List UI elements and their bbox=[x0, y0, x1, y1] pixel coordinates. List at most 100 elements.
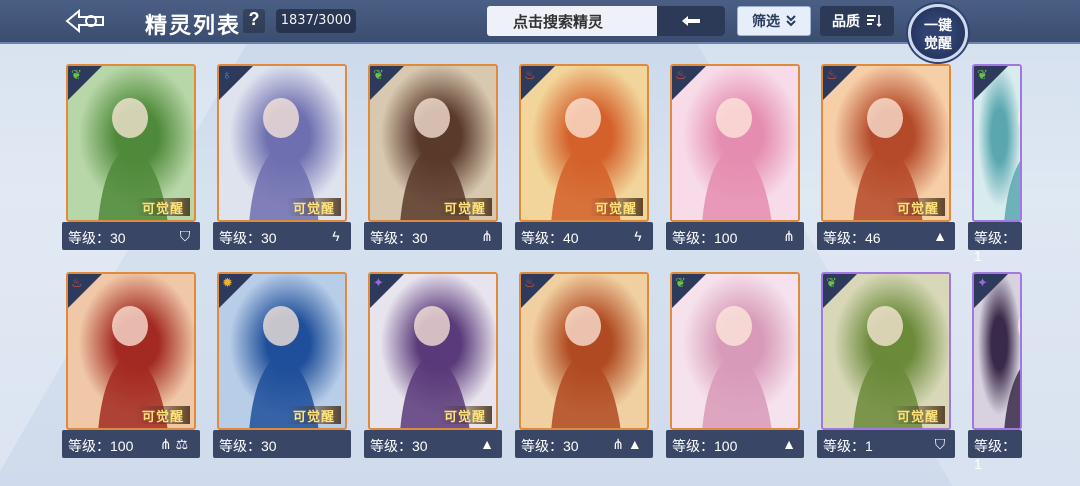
spirit-card[interactable]: ♨ 可觉醒 等级：40 ϟ bbox=[515, 64, 653, 258]
card-frame: ♨ 可觉醒 bbox=[519, 64, 649, 222]
dark-element-icon: ✦ bbox=[977, 275, 988, 290]
shield-class-icon: ⛉ bbox=[179, 228, 191, 244]
fire-element-icon: ♨ bbox=[675, 67, 687, 82]
card-frame: ♨ bbox=[519, 272, 649, 430]
level-label: 等级：40 bbox=[521, 230, 579, 246]
page-title: 精灵列表 bbox=[145, 13, 242, 38]
spirit-card[interactable]: ❦ 可觉醒等级：30 ⋔ bbox=[364, 64, 502, 258]
quality-label: 品质 bbox=[832, 13, 860, 29]
awaken-available-tag: 可觉醒 bbox=[890, 406, 945, 425]
card-footer: 等级：30 bbox=[213, 430, 351, 458]
card-frame: ♨ 可觉醒 bbox=[821, 64, 951, 222]
spirit-card[interactable]: ♁ 可觉醒 等级：30 ϟ bbox=[213, 64, 351, 258]
card-frame: ❦ bbox=[972, 64, 1022, 222]
filter-label: 筛选 bbox=[752, 13, 780, 29]
level-label: 等级：100 bbox=[672, 438, 738, 454]
level-label: 等级：100 bbox=[68, 438, 134, 454]
fire-element-icon: ♨ bbox=[524, 67, 536, 82]
spirit-silhouette bbox=[551, 306, 621, 428]
card-footer: 等级：30 ϟ bbox=[213, 222, 351, 250]
water-element-icon: ♁ bbox=[222, 67, 232, 82]
claw-class-icon: ⋔ bbox=[481, 228, 493, 244]
fire-element-icon: ♨ bbox=[826, 67, 838, 82]
card-frame: ❦ 可觉醒 bbox=[368, 64, 498, 222]
top-bar: 精灵列表 ? 1837/3000 点击搜索精灵 筛选 品质 一键 觉醒 bbox=[0, 0, 1080, 62]
search-input[interactable]: 点击搜索精灵 bbox=[487, 11, 657, 32]
spirit-card[interactable]: ✦ 可觉醒 等级：30 ▲ bbox=[364, 272, 502, 466]
card-footer: 等级：30 ⋔ bbox=[364, 222, 502, 250]
grass-element-icon: ❦ bbox=[826, 275, 837, 290]
sort-icon bbox=[867, 15, 882, 28]
card-footer: 等级：30 ▲ bbox=[364, 430, 502, 458]
level-label: 等级：30 bbox=[370, 438, 428, 454]
grass-element-icon: ❦ bbox=[977, 67, 988, 82]
book-class-icon: ▲ bbox=[782, 436, 796, 452]
help-button[interactable]: ? bbox=[243, 9, 265, 33]
spirit-silhouette bbox=[702, 306, 772, 428]
spirit-card[interactable]: ❦ 可觉醒等级：30 ⛉ bbox=[62, 64, 200, 258]
claw-class-icon: ⋔ bbox=[783, 228, 795, 244]
awaken-available-tag: 可觉醒 bbox=[135, 198, 190, 217]
claw-scale-class-icon: ⋔ ⚖ bbox=[159, 436, 189, 452]
spirit-count: 1837/3000 bbox=[276, 9, 356, 33]
card-frame: ❦ bbox=[670, 272, 800, 430]
spirit-card[interactable]: ♨ 可觉醒等级：100 ⋔ ⚖ bbox=[62, 272, 200, 466]
back-button[interactable] bbox=[62, 6, 110, 36]
card-frame: ❦ 可觉醒 bbox=[821, 272, 951, 430]
awaken-available-tag: 可觉醒 bbox=[286, 198, 341, 217]
card-footer: 等级：1 ⛉ bbox=[817, 430, 955, 458]
awaken-available-tag: 可觉醒 bbox=[286, 406, 341, 425]
card-footer: 等级：30 ⋔ ▲ bbox=[515, 430, 653, 458]
grass-element-icon: ❦ bbox=[675, 275, 686, 290]
quality-sort-button[interactable]: 品质 bbox=[820, 6, 894, 36]
level-label: 等级：30 bbox=[219, 438, 277, 454]
card-frame: ♨ 可觉醒 bbox=[66, 272, 196, 430]
awaken-available-tag: 可觉醒 bbox=[437, 406, 492, 425]
level-label: 等级：30 bbox=[521, 438, 579, 454]
level-label: 等级：1 bbox=[823, 438, 873, 454]
spirit-card[interactable]: ✹ 可觉醒 等级：30 bbox=[213, 272, 351, 466]
grass-element-icon: ❦ bbox=[373, 67, 384, 82]
awaken-available-tag: 可觉醒 bbox=[890, 198, 945, 217]
lightning-class-icon: ϟ bbox=[634, 228, 642, 244]
search-button[interactable] bbox=[657, 6, 725, 36]
search-bar[interactable]: 点击搜索精灵 bbox=[487, 6, 725, 36]
level-label: 等级：30 bbox=[219, 230, 277, 246]
spirit-card[interactable]: ♨ 等级：30 ⋔ ▲ bbox=[515, 272, 653, 466]
spirit-card[interactable]: ❦ 等级：100 ▲ bbox=[666, 272, 804, 466]
spirit-card[interactable]: ✦ 等级：1 bbox=[968, 272, 1080, 472]
filter-button[interactable]: 筛选 bbox=[737, 6, 811, 36]
spirit-card[interactable]: ♨ 等级：100 ⋔ bbox=[666, 64, 804, 258]
awaken-available-tag: 可觉醒 bbox=[588, 198, 643, 217]
book-class-icon: ▲ bbox=[933, 228, 947, 244]
card-frame: ❦ 可觉醒 bbox=[66, 64, 196, 222]
awaken-line2: 觉醒 bbox=[924, 35, 952, 51]
book-class-icon: ▲ bbox=[480, 436, 494, 452]
card-frame: ♨ bbox=[670, 64, 800, 222]
lightning-class-icon: ϟ bbox=[332, 228, 340, 244]
dark-element-icon: ✦ bbox=[373, 275, 384, 290]
card-footer: 等级：30 ⛉ bbox=[62, 222, 200, 250]
level-label: 等级：30 bbox=[68, 230, 126, 246]
light-element-icon: ✹ bbox=[222, 275, 233, 290]
spirit-card[interactable]: ❦ 等级：1 bbox=[968, 64, 1080, 264]
fire-element-icon: ♨ bbox=[524, 275, 536, 290]
arrow-left-icon bbox=[682, 16, 700, 26]
card-footer: 等级：1 bbox=[968, 430, 1022, 472]
awaken-available-tag: 可觉醒 bbox=[135, 406, 190, 425]
level-label: 等级：1 bbox=[974, 230, 1016, 264]
claw-book-class-icon: ⋔ ▲ bbox=[612, 436, 642, 452]
one-click-awaken-button[interactable]: 一键 觉醒 bbox=[908, 4, 968, 62]
level-label: 等级：46 bbox=[823, 230, 881, 246]
spirit-card[interactable]: ♨ 可觉醒 等级：46 ▲ bbox=[817, 64, 955, 258]
chevron-down-double-icon bbox=[786, 15, 796, 27]
awaken-available-tag: 可觉醒 bbox=[437, 198, 492, 217]
level-label: 等级：100 bbox=[672, 230, 738, 246]
spirit-silhouette bbox=[702, 98, 772, 220]
card-frame: ✦ 可觉醒 bbox=[368, 272, 498, 430]
card-footer: 等级：100 ▲ bbox=[666, 430, 804, 458]
card-footer: 等级：100 ⋔ ⚖ bbox=[62, 430, 200, 458]
card-footer: 等级：46 ▲ bbox=[817, 222, 955, 250]
spirit-card[interactable]: ❦ 可觉醒等级：1 ⛉ bbox=[817, 272, 955, 466]
card-footer: 等级：1 bbox=[968, 222, 1022, 264]
